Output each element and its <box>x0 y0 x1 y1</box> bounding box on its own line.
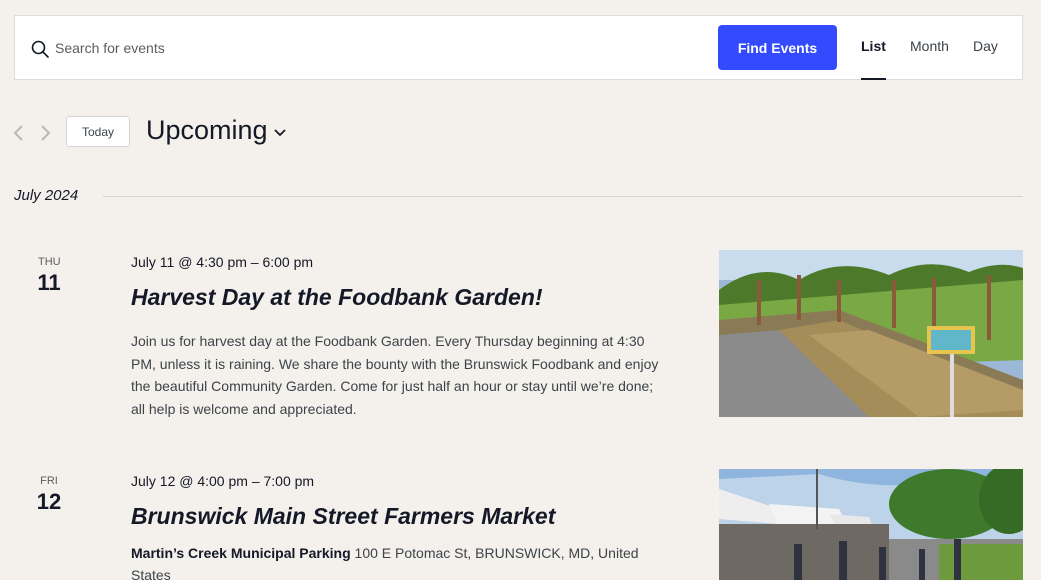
event-title-link[interactable]: Harvest Day at the Foodbank Garden! <box>131 284 543 311</box>
event-title-link[interactable]: Brunswick Main Street Farmers Market <box>131 503 555 530</box>
tab-list[interactable]: List <box>861 38 886 80</box>
date-range-selector[interactable]: Upcoming <box>146 115 286 146</box>
event-datetime: July 11 @ 4:30 pm – 6:00 pm <box>131 254 314 270</box>
tab-month[interactable]: Month <box>910 38 949 80</box>
event-datetime: July 12 @ 4:00 pm – 7:00 pm <box>131 473 315 489</box>
chevron-down-icon <box>273 128 286 136</box>
event-weekday: FRI <box>40 475 58 487</box>
find-events-button[interactable]: Find Events <box>718 25 837 70</box>
today-button[interactable]: Today <box>66 116 130 147</box>
next-chevron-icon[interactable] <box>38 124 52 142</box>
previous-chevron-icon[interactable] <box>12 124 26 142</box>
month-separator-divider <box>103 196 1023 197</box>
event-weekday: THU <box>38 256 61 268</box>
garden-photo <box>719 250 1023 417</box>
event-venue-name: Martin’s Creek Municipal Parking <box>131 545 351 561</box>
date-range-label: Upcoming <box>146 115 268 145</box>
events-search-bar: Find Events List Month Day <box>14 15 1023 80</box>
month-separator-label: July 2024 <box>14 187 79 204</box>
event-day-number: 11 <box>37 270 61 295</box>
search-input[interactable] <box>55 34 695 62</box>
search-icon <box>31 40 49 58</box>
event-venue: Martin’s Creek Municipal Parking 100 E P… <box>131 542 671 580</box>
tab-day[interactable]: Day <box>973 38 998 80</box>
event-day-number: 12 <box>36 489 62 514</box>
event-featured-image[interactable] <box>719 250 1023 417</box>
event-featured-image[interactable] <box>719 469 1023 580</box>
farmers-market-photo <box>719 469 1023 580</box>
event-description: Join us for harvest day at the Foodbank … <box>131 333 659 417</box>
